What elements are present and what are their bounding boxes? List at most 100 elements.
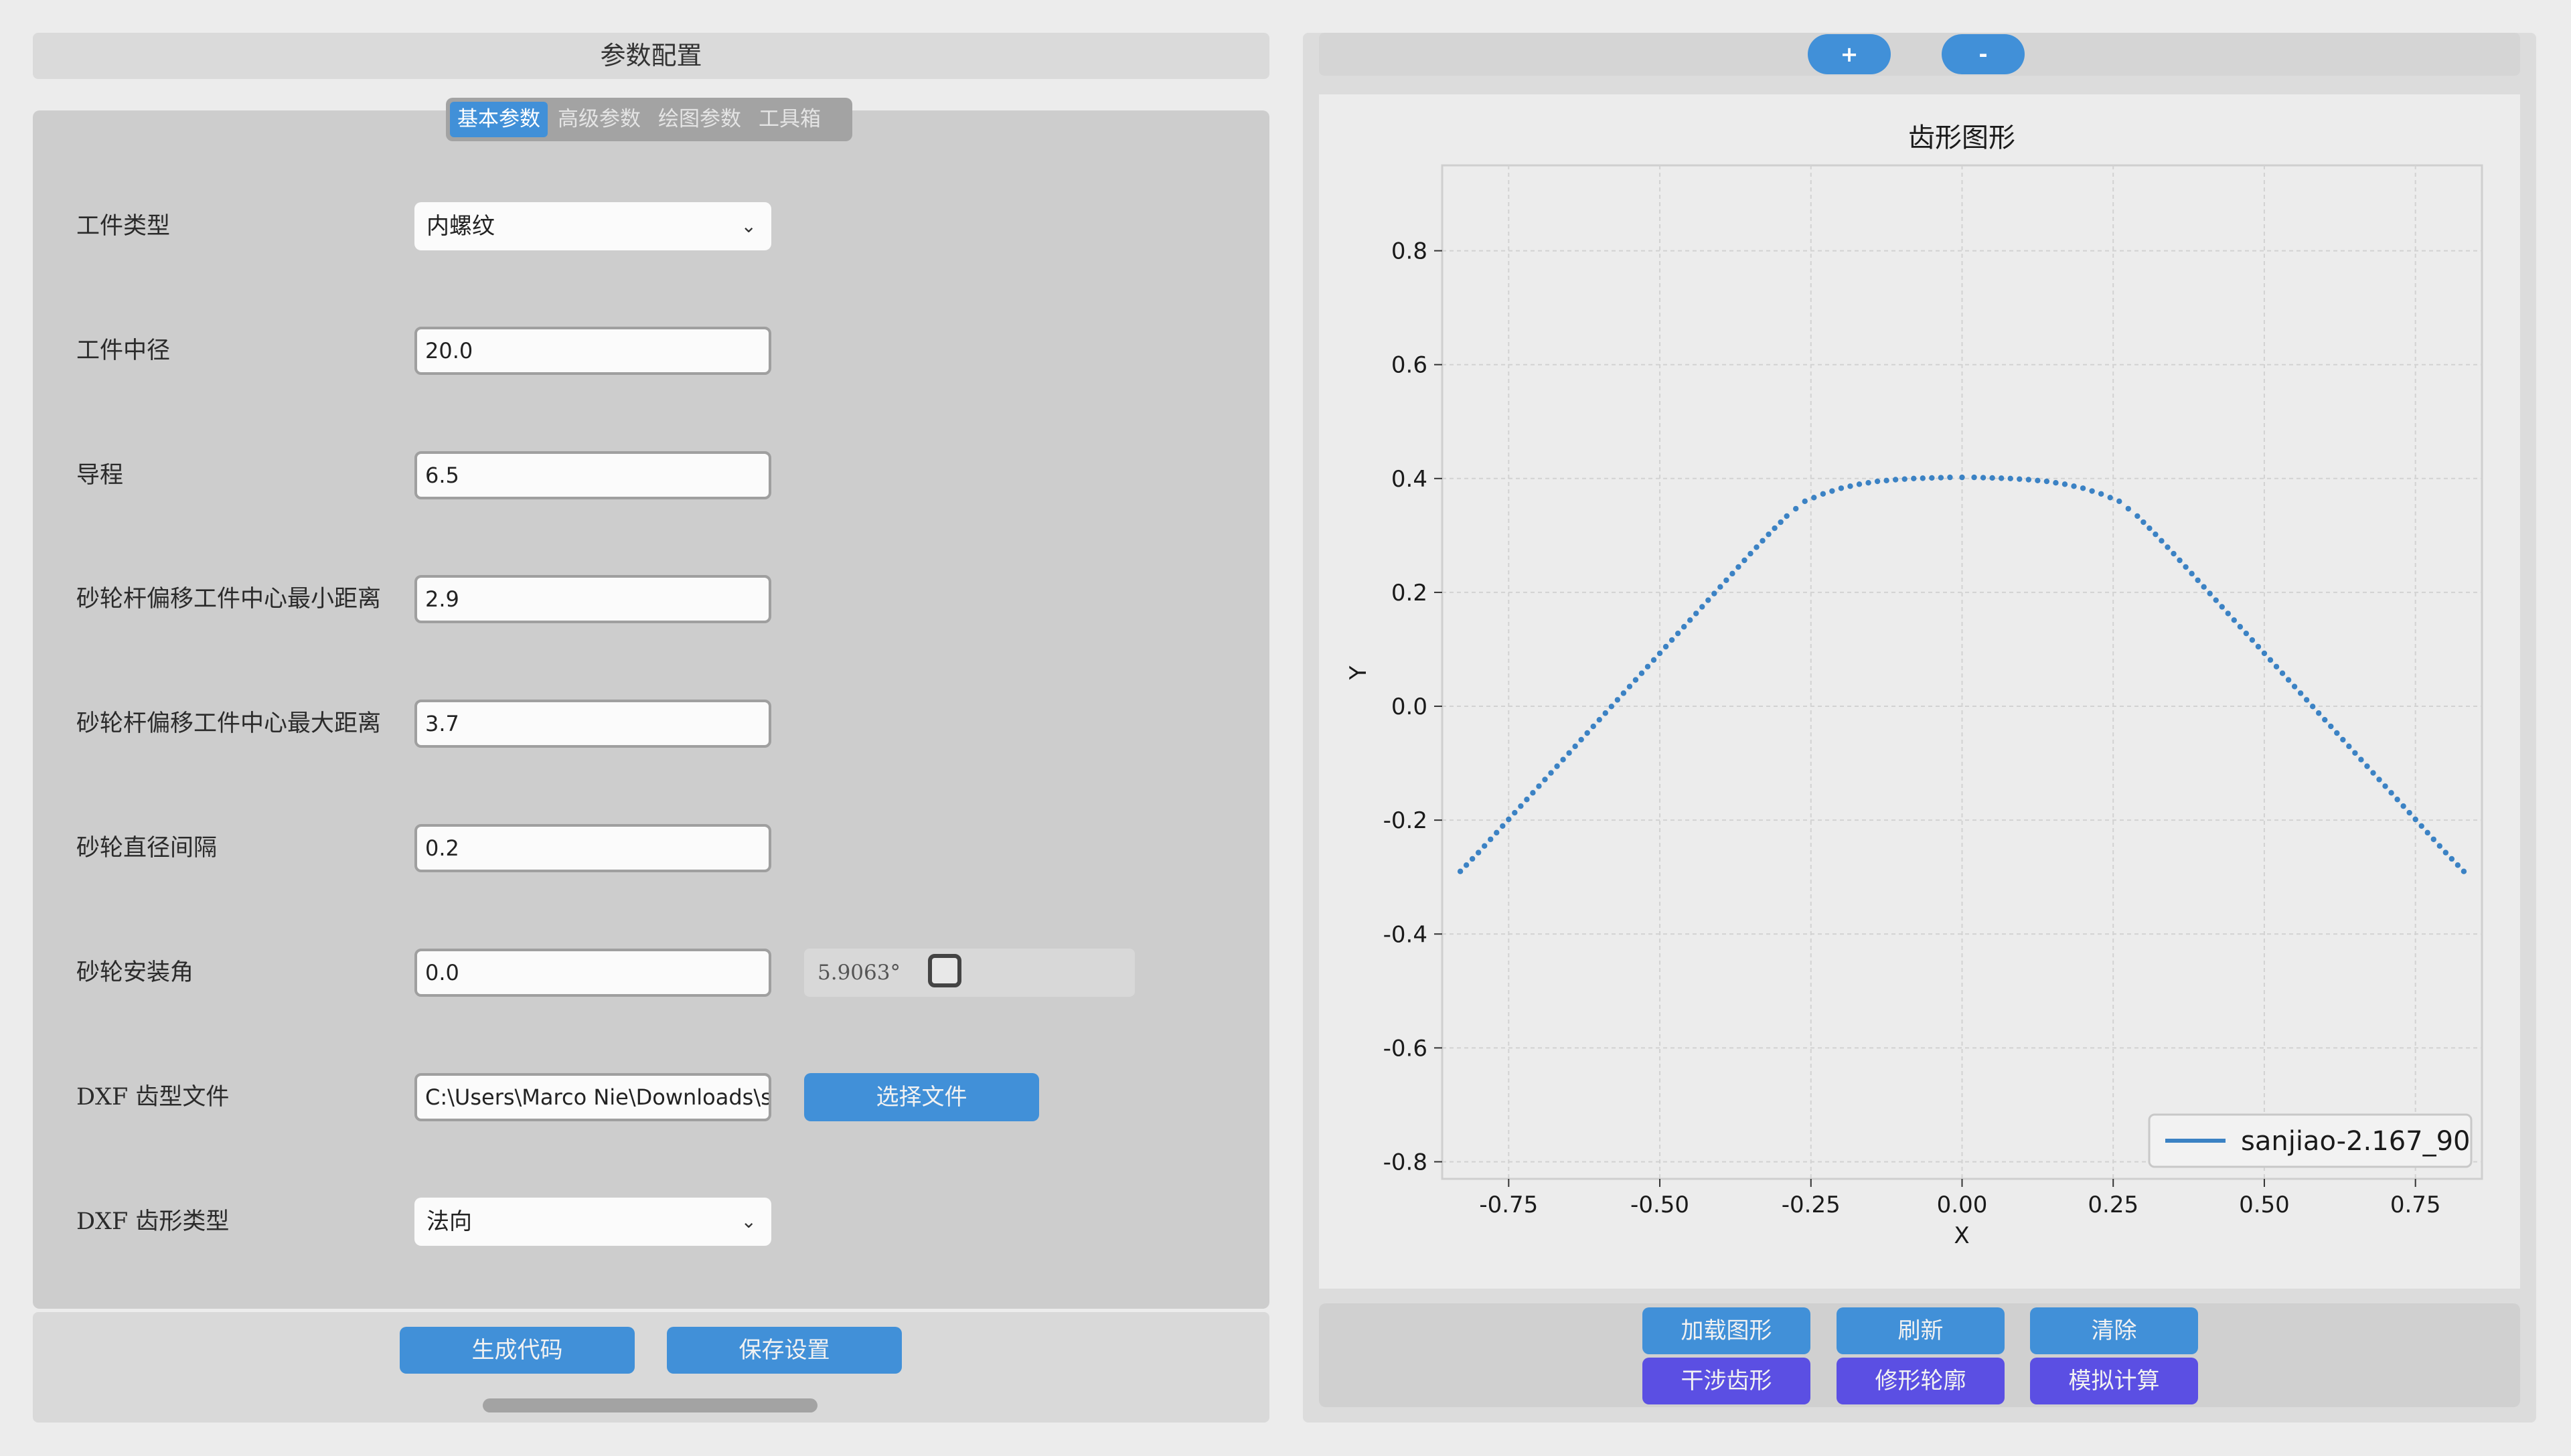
save-settings-button[interactable]: 保存设置: [667, 1327, 902, 1374]
choose-file-button[interactable]: 选择文件: [804, 1073, 1039, 1121]
data-point: [1656, 650, 1663, 657]
x-tick-label: 0.00: [1937, 1192, 1988, 1218]
data-point: [1754, 544, 1760, 550]
data-point: [1572, 743, 1578, 750]
data-point: [1500, 823, 1506, 829]
data-point: [1793, 505, 1799, 512]
data-point: [2237, 624, 2244, 630]
data-point: [1938, 475, 1944, 481]
data-point: [1929, 475, 1935, 481]
data-point: [1760, 538, 1766, 544]
max-offset-label: 砂轮杆偏移工件中心最大距离: [76, 710, 382, 737]
workpiece-type-select[interactable]: 内螺纹 ⌄: [414, 202, 771, 250]
data-point: [2461, 868, 2467, 874]
row-lead: 导程 6.5: [33, 449, 1269, 502]
data-point: [1802, 498, 1808, 505]
data-point: [2243, 630, 2250, 637]
zoom-out-button[interactable]: -: [1942, 34, 2025, 74]
data-point: [1482, 843, 1488, 849]
min-offset-input[interactable]: 2.9: [414, 575, 771, 623]
data-point: [2412, 816, 2418, 823]
data-point: [1847, 483, 1853, 489]
data-point: [2424, 829, 2430, 836]
x-axis-label: X: [1954, 1222, 1969, 1249]
data-point: [1536, 783, 1542, 789]
tab-basic-params[interactable]: 基本参数: [450, 102, 548, 137]
data-point: [2382, 783, 2388, 789]
config-panel: 基本参数 高级参数 绘图参数 工具箱 工件类型 内螺纹 ⌄ 工件中径 20.0 …: [33, 98, 1269, 1309]
data-point: [2364, 763, 2370, 769]
angle-checkbox[interactable]: [928, 954, 961, 987]
data-point: [2061, 481, 2068, 487]
load-shape-button[interactable]: 加载图形: [1642, 1307, 1810, 1354]
data-point: [1856, 481, 1863, 487]
diameter-interval-input[interactable]: 0.2: [414, 824, 771, 872]
plot-panel: + - -0.75 -0.50 -0.25 0.00 0.25 0.50 0.75 0.8 0.…: [1303, 33, 2536, 1423]
pitch-diameter-input[interactable]: 20.0: [414, 327, 771, 375]
data-point: [2201, 584, 2207, 590]
data-point: [1772, 525, 1778, 532]
y-tick-label: 0.6: [1391, 352, 1427, 379]
data-point: [1892, 477, 1899, 483]
horizontal-scrollbar[interactable]: [483, 1398, 817, 1412]
data-point: [1723, 577, 1729, 583]
chevron-down-icon: ⌄: [741, 215, 757, 237]
tab-plot-params[interactable]: 绘图参数: [651, 102, 749, 137]
dxf-file-input[interactable]: C:\Users\Marco Nie\Downloads\sa: [414, 1073, 771, 1121]
data-point: [1681, 624, 1687, 630]
data-point: [2116, 498, 2122, 505]
data-point: [1778, 519, 1784, 525]
data-point: [1620, 690, 1627, 696]
min-offset-label: 砂轮杆偏移工件中心最小距离: [76, 586, 382, 613]
data-point: [2261, 650, 2268, 657]
data-point: [1838, 485, 1845, 491]
data-point: [2273, 663, 2280, 669]
data-point: [2346, 743, 2352, 750]
data-point: [2328, 723, 2334, 730]
modify-contour-button[interactable]: 修形轮廓: [1837, 1358, 2005, 1404]
dxf-type-select[interactable]: 法向 ⌄: [414, 1198, 771, 1246]
data-point: [1542, 777, 1548, 783]
generate-code-button[interactable]: 生成代码: [400, 1327, 635, 1374]
data-point: [1614, 697, 1621, 703]
data-point: [1668, 637, 1675, 643]
row-dxf-type: DXF 齿形类型 法向 ⌄: [33, 1195, 1269, 1248]
clear-button[interactable]: 清除: [2030, 1307, 2198, 1354]
tab-advanced-params[interactable]: 高级参数: [550, 102, 648, 137]
tooth-profile-chart[interactable]: -0.75 -0.50 -0.25 0.00 0.25 0.50 0.75 0.8 0.6 0.4…: [1319, 94, 2520, 1289]
data-point: [2430, 836, 2436, 842]
x-tick-label: -0.75: [1479, 1192, 1538, 1218]
zoom-in-button[interactable]: +: [1808, 34, 1891, 74]
lead-input[interactable]: 6.5: [414, 451, 771, 499]
data-point: [2376, 777, 2382, 783]
data-point: [2098, 491, 2104, 497]
data-point: [2134, 513, 2140, 519]
refresh-button[interactable]: 刷新: [1837, 1307, 2005, 1354]
data-point: [1530, 790, 1536, 796]
data-point: [1980, 475, 1986, 481]
data-point: [2358, 756, 2364, 762]
data-point: [2183, 564, 2189, 570]
tab-toolbox[interactable]: 工具箱: [751, 102, 828, 137]
row-min-offset: 砂轮杆偏移工件中心最小距离 2.9: [33, 572, 1269, 626]
interference-profile-button[interactable]: 干涉齿形: [1642, 1358, 1810, 1404]
data-point: [2334, 730, 2340, 736]
install-angle-input[interactable]: 0.0: [414, 949, 771, 997]
diameter-interval-label: 砂轮直径间隔: [76, 835, 218, 862]
chevron-down-icon: ⌄: [741, 1210, 757, 1232]
y-axis-label: Y: [1345, 665, 1372, 680]
zoom-toolbar: + -: [1319, 33, 2520, 76]
data-point: [1883, 477, 1889, 483]
dxf-type-value: 法向: [426, 1208, 472, 1235]
data-point: [2455, 862, 2461, 868]
max-offset-input[interactable]: 3.7: [414, 700, 771, 748]
data-point: [2025, 477, 2032, 483]
config-title: 参数配置: [600, 41, 702, 70]
simulate-button[interactable]: 模拟计算: [2030, 1358, 2198, 1404]
data-point: [1548, 770, 1554, 776]
data-point: [1699, 604, 1705, 610]
y-tick-label: -0.6: [1383, 1035, 1427, 1062]
data-point: [2071, 483, 2077, 489]
data-point: [1512, 809, 1518, 816]
data-point: [1560, 756, 1566, 762]
